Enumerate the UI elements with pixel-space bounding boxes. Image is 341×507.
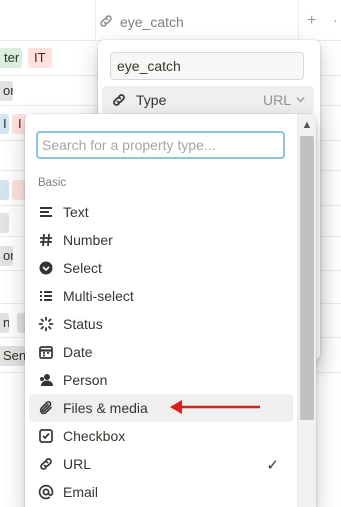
- menu-item-select[interactable]: Select: [29, 254, 293, 282]
- checkmark-icon: ✓: [266, 457, 279, 474]
- annotation-arrow-icon: [170, 400, 260, 414]
- menu-item-text[interactable]: Text: [29, 198, 293, 226]
- menu-item-label: Number: [63, 232, 113, 248]
- section-label-basic: Basic: [38, 177, 67, 189]
- tag[interactable]: n: [0, 313, 9, 333]
- property-type-search-input[interactable]: [38, 133, 283, 157]
- menu-item-status[interactable]: Status: [29, 310, 293, 338]
- person-icon: [37, 371, 55, 389]
- calendar-icon: [37, 343, 55, 361]
- menu-item-label: Status: [63, 316, 103, 332]
- column-header-label: eye_catch: [120, 14, 184, 30]
- menu-item-label: Person: [63, 372, 108, 388]
- menu-item-label: Text: [63, 204, 89, 220]
- tag[interactable]: Seni: [0, 346, 25, 366]
- more-column-button[interactable]: ·: [333, 12, 338, 28]
- scrollbar[interactable]: ▲: [297, 114, 316, 507]
- menu-item-multi-select[interactable]: Multi-select: [29, 282, 293, 310]
- tag[interactable]: ter: [0, 48, 22, 68]
- text-lines-icon: [37, 203, 55, 221]
- scrollbar-thumb[interactable]: [300, 136, 314, 420]
- menu-item-url[interactable]: URL ✓: [29, 450, 293, 478]
- select-chevron-icon: [37, 259, 55, 277]
- tag[interactable]: [0, 180, 9, 200]
- column-header-eye-catch[interactable]: eye_catch: [98, 6, 184, 38]
- menu-item-label: Checkbox: [63, 428, 126, 444]
- checkbox-icon: [37, 427, 55, 445]
- property-name-input[interactable]: [110, 52, 304, 80]
- menu-item-label: Date: [63, 344, 93, 360]
- tag[interactable]: IT: [28, 48, 52, 68]
- link-icon: [98, 13, 114, 32]
- property-type-menu: Basic Text Number Select Multi-select St…: [25, 114, 316, 507]
- menu-item-label: Email: [63, 484, 99, 500]
- menu-item-checkbox[interactable]: Checkbox: [29, 422, 293, 450]
- paperclip-icon: [37, 399, 55, 417]
- at-icon: [37, 483, 55, 501]
- hash-icon: [37, 231, 55, 249]
- add-column-button[interactable]: +: [307, 12, 316, 30]
- status-spinner-icon: [37, 315, 55, 333]
- menu-item-email[interactable]: Email: [29, 478, 293, 506]
- property-type-row[interactable]: Type URL: [102, 86, 314, 114]
- chevron-down-icon: [295, 92, 306, 108]
- menu-item-number[interactable]: Number: [29, 226, 293, 254]
- menu-item-label: Select: [63, 260, 102, 276]
- tag[interactable]: or: [0, 81, 13, 101]
- link-icon: [37, 455, 55, 473]
- scroll-up-arrow-icon[interactable]: ▲: [298, 118, 316, 132]
- menu-item-label: Files & media: [63, 400, 148, 416]
- tag[interactable]: I: [0, 114, 9, 134]
- link-icon: [110, 91, 128, 109]
- column-divider: [298, 0, 299, 40]
- tag[interactable]: [0, 213, 9, 233]
- property-type-search[interactable]: [36, 131, 285, 159]
- column-divider: [95, 0, 96, 40]
- menu-item-label: Multi-select: [63, 288, 134, 304]
- list-icon: [37, 287, 55, 305]
- type-value: URL: [262, 92, 291, 108]
- type-label: Type: [136, 92, 167, 108]
- property-type-list: Text Number Select Multi-select Status D…: [29, 198, 293, 506]
- menu-item-person[interactable]: Person: [29, 366, 293, 394]
- tag[interactable]: or: [0, 246, 13, 266]
- tag[interactable]: I: [12, 114, 26, 134]
- menu-item-date[interactable]: Date: [29, 338, 293, 366]
- menu-item-label: URL: [63, 456, 92, 472]
- tag[interactable]: [12, 180, 26, 200]
